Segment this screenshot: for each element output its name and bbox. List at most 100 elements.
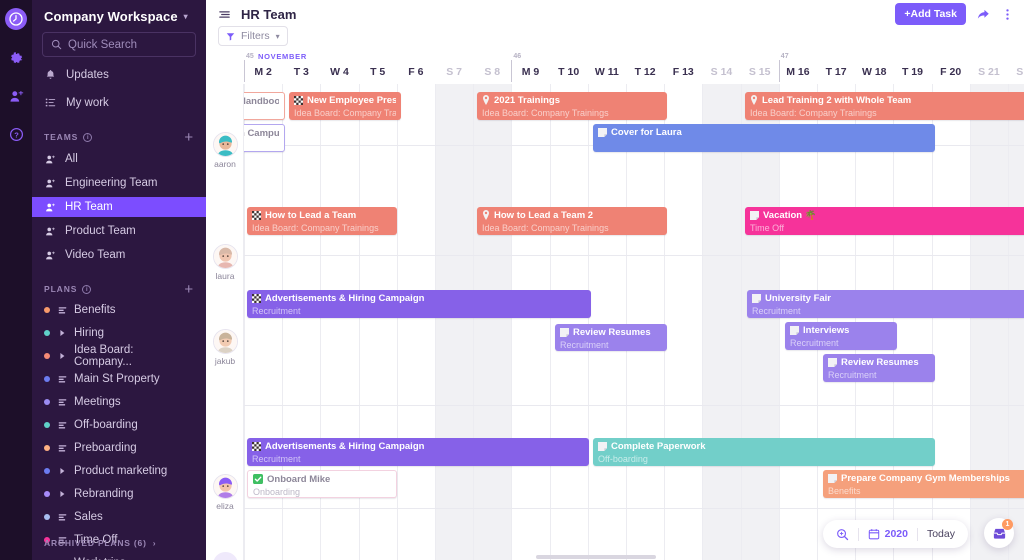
sidebar-item-hr-team[interactable]: HR Team — [32, 197, 206, 217]
sidebar-plan-item[interactable]: Off-boarding — [32, 415, 206, 435]
year-control[interactable]: 2020 — [859, 528, 917, 540]
board-icon[interactable] — [57, 375, 67, 384]
sidebar-plan-item[interactable]: Sales — [32, 507, 206, 527]
sidebar-item-product-team[interactable]: Product Team — [32, 221, 206, 241]
add-plan-button[interactable]: + — [184, 282, 194, 297]
chevron-right-icon[interactable] — [57, 490, 67, 498]
sidebar-item-engineering-team[interactable]: Engineering Team — [32, 173, 206, 193]
sidebar-plan-item[interactable]: Product marketing — [32, 461, 206, 481]
horizontal-scrollbar[interactable] — [536, 555, 656, 559]
task-title: Advertisements & Hiring Campaign — [265, 441, 425, 452]
sidebar-plan-item[interactable]: Meetings — [32, 392, 206, 412]
chevron-down-icon: ▾ — [183, 11, 188, 21]
task-card[interactable]: New Employee Presentation Idea Board: Com… — [289, 92, 401, 120]
board-icon[interactable] — [57, 306, 67, 315]
more-options-icon[interactable] — [1001, 7, 1014, 22]
sidebar-item-updates[interactable]: Updates — [32, 64, 206, 85]
add-task-button[interactable]: +Add Task — [895, 3, 966, 25]
chevron-right-icon[interactable] — [57, 352, 67, 360]
sidebar-plan-item[interactable]: Main St Property — [32, 369, 206, 389]
row-separator — [206, 255, 1024, 256]
note-icon — [598, 441, 607, 453]
day-column[interactable] — [626, 84, 664, 560]
search-input[interactable]: Quick Search — [42, 32, 196, 57]
task-card[interactable]: How to Lead a Team 2 Idea Board: Company … — [477, 207, 667, 235]
board-icon[interactable] — [57, 513, 67, 522]
day-column[interactable] — [511, 84, 549, 560]
task-card[interactable]: Advertisements & Hiring Campaign Recruitm… — [247, 438, 589, 466]
sidebar-plan-item[interactable]: Benefits — [32, 300, 206, 320]
clock-logo[interactable] — [5, 8, 27, 30]
task-title: How to Lead a Team 2 — [494, 210, 594, 221]
day-column[interactable] — [396, 84, 435, 560]
task-subtitle: Idea Board: Company Trainings — [482, 223, 609, 233]
task-card[interactable]: How to Lead a Team Idea Board: Company Tr… — [247, 207, 397, 235]
task-card[interactable]: Review Resumes Recruitment — [555, 324, 667, 351]
workspace-name: Company Workspace — [44, 9, 178, 24]
assignee[interactable]: eliza — [209, 474, 241, 511]
task-card[interactable]: University Fair Recruitment — [747, 290, 1024, 318]
assignee[interactable]: jakub — [209, 329, 241, 366]
avatar[interactable] — [212, 244, 238, 269]
day-column[interactable] — [740, 84, 779, 560]
menu-collapse-icon[interactable] — [218, 8, 231, 21]
note-icon — [750, 210, 759, 222]
chevron-right-icon[interactable] — [57, 467, 67, 475]
task-card[interactable]: Cover for Laura — [593, 124, 935, 152]
pin-icon — [750, 95, 758, 107]
add-team-button[interactable]: + — [184, 130, 194, 145]
help-icon[interactable]: ? — [4, 122, 28, 146]
task-card[interactable]: Prepare Company Gym Memberships Benefits — [823, 470, 1024, 498]
info-icon[interactable]: i — [82, 284, 92, 294]
sidebar-plan-item[interactable]: Work trips — [32, 553, 206, 560]
pin-icon — [482, 210, 490, 222]
task-card[interactable]: Complete Paperwork Off-boarding — [593, 438, 935, 466]
invite-user-icon[interactable] — [4, 84, 28, 108]
sidebar-item-my-work[interactable]: My work — [32, 92, 206, 113]
inbox-button[interactable]: 1 — [984, 518, 1014, 548]
timeline-grid[interactable]: NOVEMBER M 2 T 3 W 4 T 5 F 6 S 7 S 8 M 9 T 10 W 11… — [206, 52, 1024, 560]
add-assignee-button[interactable] — [209, 552, 241, 560]
sidebar-plan-label: Benefits — [74, 304, 116, 316]
share-icon[interactable] — [976, 7, 991, 22]
chevron-right-icon[interactable] — [57, 329, 67, 337]
task-title: Prepare Company Gym Memberships — [841, 473, 1010, 484]
day-header: T 12 — [634, 66, 656, 78]
day-column[interactable] — [587, 84, 626, 560]
day-column[interactable] — [549, 84, 588, 560]
assignee[interactable]: aaron — [209, 132, 241, 169]
day-column[interactable] — [435, 84, 474, 560]
archived-plans-toggle[interactable]: ARCHIVED PLANS (6) › — [44, 538, 156, 548]
zoom-control[interactable] — [827, 528, 858, 541]
task-card[interactable]: Vacation 🌴 Time Off — [745, 207, 1024, 235]
board-icon[interactable] — [57, 444, 67, 453]
assignee[interactable]: laura — [209, 244, 241, 281]
today-button[interactable]: Today — [918, 528, 964, 540]
filters-button[interactable]: Filters ▾ — [218, 26, 288, 46]
workspace-switcher[interactable]: Company Workspace ▾ — [32, 0, 206, 32]
inbox-badge: 1 — [1002, 519, 1013, 530]
task-card[interactable]: Lead Training 2 with Whole Team Idea Boar… — [745, 92, 1024, 120]
info-icon[interactable]: i — [83, 132, 93, 142]
sidebar-plan-item[interactable]: Idea Board: Company... — [32, 344, 206, 368]
settings-icon[interactable] — [4, 46, 28, 70]
day-column[interactable] — [702, 84, 741, 560]
sidebar-item-all[interactable]: All — [32, 149, 206, 169]
avatar[interactable] — [212, 329, 238, 354]
day-column[interactable] — [664, 84, 702, 560]
task-card[interactable]: Interviews Recruitment — [785, 322, 897, 350]
day-column[interactable] — [473, 84, 512, 560]
task-card[interactable]: 2021 Trainings Idea Board: Company Traini… — [477, 92, 667, 120]
sidebar-item-video-team[interactable]: Video Team — [32, 245, 206, 265]
avatar[interactable] — [212, 474, 238, 499]
task-card[interactable]: Onboard Mike Onboarding — [247, 470, 397, 498]
board-icon[interactable] — [57, 398, 67, 407]
sidebar-plan-item[interactable]: Rebranding — [32, 484, 206, 504]
task-card[interactable]: Advertisements & Hiring Campaign Recruitm… — [247, 290, 591, 318]
avatar[interactable] — [212, 132, 238, 157]
task-card[interactable]: Review Resumes Recruitment — [823, 354, 935, 382]
sidebar-plan-item[interactable]: Hiring — [32, 323, 206, 343]
sidebar-plan-item[interactable]: Preboarding — [32, 438, 206, 458]
add-user-icon[interactable] — [212, 552, 238, 560]
board-icon[interactable] — [57, 421, 67, 430]
